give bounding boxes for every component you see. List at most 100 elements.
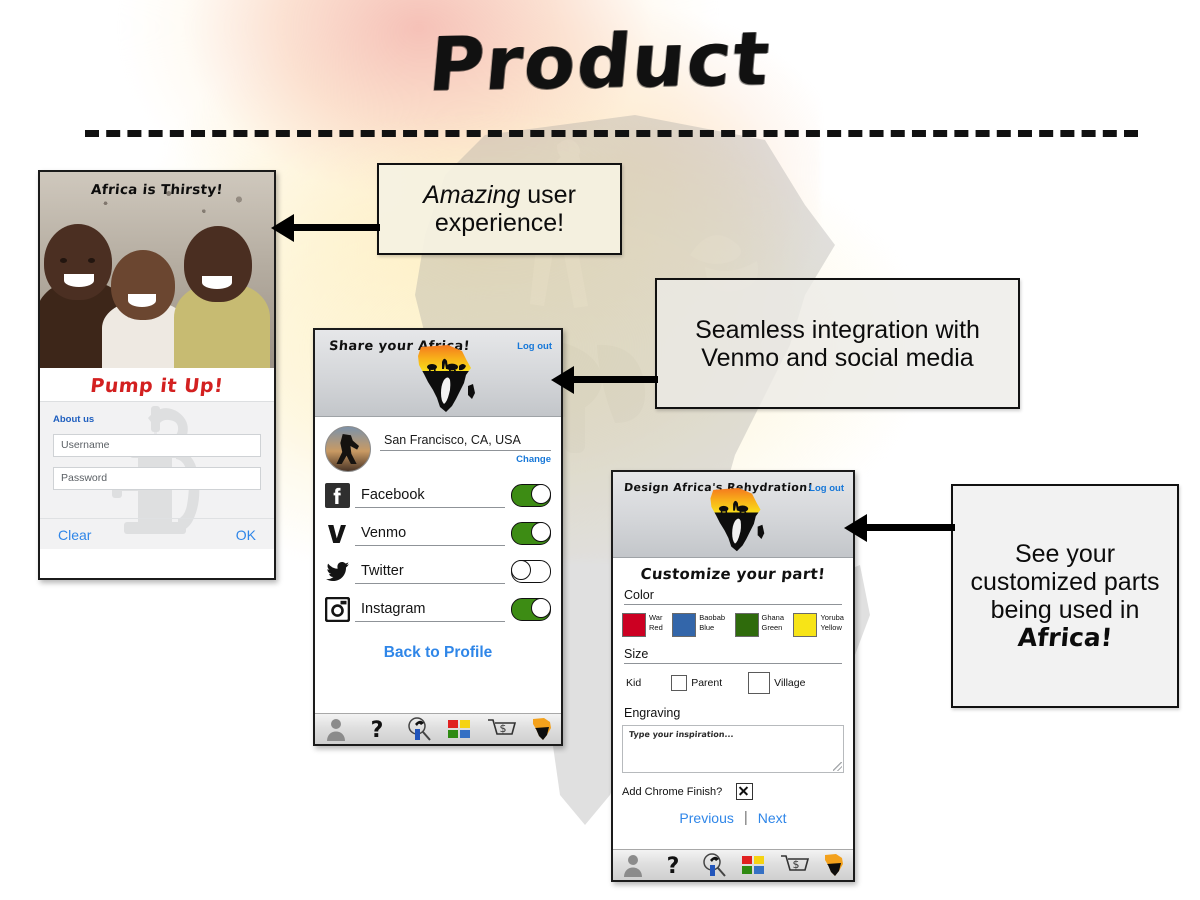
customize-title: Customize your part!: [639, 565, 827, 583]
tab-colors-icon[interactable]: [444, 716, 474, 742]
tab-profile-icon[interactable]: [321, 716, 351, 742]
instagram-icon: [324, 596, 351, 622]
svg-text:?: ?: [370, 718, 383, 742]
tab-pump-icon-design[interactable]: [698, 852, 728, 878]
engraving-placeholder: Type your inspiration...: [628, 730, 735, 739]
swatch-chip-baobab-blue: [672, 613, 697, 637]
size-option-kid[interactable]: Kid: [622, 677, 642, 880]
tab-help-icon[interactable]: ?: [362, 716, 392, 743]
size-option-village[interactable]: Village: [748, 672, 805, 694]
svg-text:$: $: [793, 858, 800, 871]
social-label-twitter: Twitter: [361, 563, 404, 579]
size-option-group: Kid Parent Village: [622, 672, 844, 880]
swatch-label-baobab-blue: Baobab Blue: [699, 613, 726, 632]
twitter-icon: [325, 559, 350, 584]
callout-venmo-integration: Seamless integration with Venmo and soci…: [655, 278, 1020, 409]
child-figure-right: [174, 220, 270, 368]
tab-profile-icon-design[interactable]: [618, 852, 648, 878]
logout-link-design[interactable]: Log out: [809, 483, 844, 494]
previous-button[interactable]: Previous: [679, 810, 733, 826]
swatch-label-war-red: War Red: [649, 613, 663, 632]
chrome-finish-row[interactable]: Add Chrome Finish?: [622, 783, 844, 800]
size-checkbox-parent[interactable]: [671, 675, 688, 691]
callout-africa-lead: See your customized parts being used in: [970, 540, 1160, 624]
phone-mockup-design: Design Africa's Rehydration! Log out Cus…: [611, 470, 855, 882]
engraving-textarea[interactable]: Type your inspiration...: [622, 725, 844, 773]
design-header: Design Africa's Rehydration! Log out: [613, 472, 853, 558]
profile-row: San Francisco, CA, USA Change: [315, 417, 561, 472]
back-to-profile-link[interactable]: Back to Profile: [315, 644, 561, 662]
login-form-panel: About us Username Password Clear OK: [40, 401, 274, 549]
toggle-venmo[interactable]: [511, 521, 551, 545]
chrome-finish-label: Add Chrome Finish?: [622, 785, 723, 798]
color-swatch-group: War Red Baobab Blue Ghana Green Yoruba Yello…: [622, 613, 844, 637]
toggle-instagram[interactable]: [511, 597, 551, 621]
password-input[interactable]: Password: [53, 467, 261, 490]
toggle-twitter[interactable]: [511, 559, 551, 583]
svg-text:?: ?: [667, 854, 680, 878]
social-label-facebook: Facebook: [361, 487, 425, 503]
pagination-controls: Previous | Next: [622, 809, 844, 826]
tabbar-share: ? $: [315, 713, 561, 744]
login-actions: Clear OK: [40, 518, 274, 543]
hero-title: Africa is Thirsty!: [90, 182, 224, 198]
page-title: Product: [425, 16, 775, 108]
color-option-war-red[interactable]: War Red: [622, 613, 663, 637]
phone-mockup-login: Africa is Thirsty! Pump it Up! About us: [38, 170, 276, 580]
color-section-rule: [624, 604, 842, 605]
swatch-chip-yoruba-yellow: [793, 613, 818, 637]
size-checkbox-village[interactable]: [748, 672, 771, 694]
callout-africa-accent: Africa!: [1016, 623, 1114, 652]
engraving-section-label: Engraving: [624, 706, 681, 720]
facebook-icon: [325, 482, 350, 508]
swatch-chip-war-red: [622, 613, 646, 637]
social-row-twitter[interactable]: Twitter: [325, 552, 551, 590]
color-option-yoruba-yellow[interactable]: Yoruba Yellow: [793, 613, 844, 637]
callout-ux-emphasis: Amazing: [423, 181, 521, 209]
swatch-chip-ghana-green: [734, 613, 759, 637]
color-option-ghana-green[interactable]: Ghana Green: [734, 613, 785, 637]
africa-logo-icon-design: [697, 487, 773, 555]
size-option-parent[interactable]: Parent: [671, 675, 722, 691]
size-section-label: Size: [624, 647, 649, 661]
username-input[interactable]: Username: [53, 434, 261, 457]
pump-it-up-title: Pump it Up!: [89, 375, 225, 397]
chrome-finish-checkbox[interactable]: [736, 783, 754, 800]
location-value[interactable]: San Francisco, CA, USA: [380, 433, 551, 451]
social-row-venmo[interactable]: Venmo: [325, 514, 551, 552]
location-field-wrap: San Francisco, CA, USA Change: [380, 433, 551, 465]
size-label-parent: Parent: [691, 677, 723, 689]
pagination-separator: |: [743, 809, 748, 826]
tab-help-icon-design[interactable]: ?: [658, 852, 688, 879]
ok-button[interactable]: OK: [236, 527, 256, 543]
clear-button[interactable]: Clear: [58, 527, 91, 543]
logout-link-share[interactable]: Log out: [517, 341, 552, 352]
tab-cart-icon-design[interactable]: $: [778, 852, 810, 878]
callout-ux-text: Amazing user experience!: [389, 181, 610, 237]
color-section-label: Color: [624, 588, 654, 602]
next-button[interactable]: Next: [758, 810, 787, 826]
tab-africa-icon-design[interactable]: [818, 852, 848, 878]
textarea-resize-handle[interactable]: [833, 762, 842, 771]
tab-africa-icon[interactable]: [526, 716, 556, 742]
change-location-link[interactable]: Change: [380, 454, 551, 465]
size-label-kid: Kid: [626, 677, 642, 689]
tab-cart-icon[interactable]: $: [485, 716, 516, 742]
social-label-instagram: Instagram: [361, 601, 426, 617]
color-option-baobab-blue[interactable]: Baobab Blue: [672, 613, 725, 637]
toggle-facebook[interactable]: [511, 483, 551, 507]
tab-colors-icon-design[interactable]: [738, 852, 768, 878]
social-label-venmo: Venmo: [361, 525, 407, 541]
swatch-label-ghana-green: Ghana Green: [761, 613, 785, 632]
size-section-rule: [624, 663, 842, 664]
social-row-instagram[interactable]: Instagram: [324, 590, 551, 628]
social-row-facebook[interactable]: Facebook: [325, 476, 551, 514]
about-us-link[interactable]: About us: [53, 414, 261, 425]
venmo-icon: [325, 521, 350, 546]
callout-user-experience: Amazing user experience!: [377, 163, 622, 255]
callout-africa-text: See your customized parts being used in …: [963, 540, 1167, 652]
title-divider: [85, 130, 1138, 137]
tab-pump-icon[interactable]: [403, 716, 433, 742]
share-header: Share your Africa! Log out: [315, 330, 561, 417]
avatar[interactable]: [325, 426, 371, 472]
